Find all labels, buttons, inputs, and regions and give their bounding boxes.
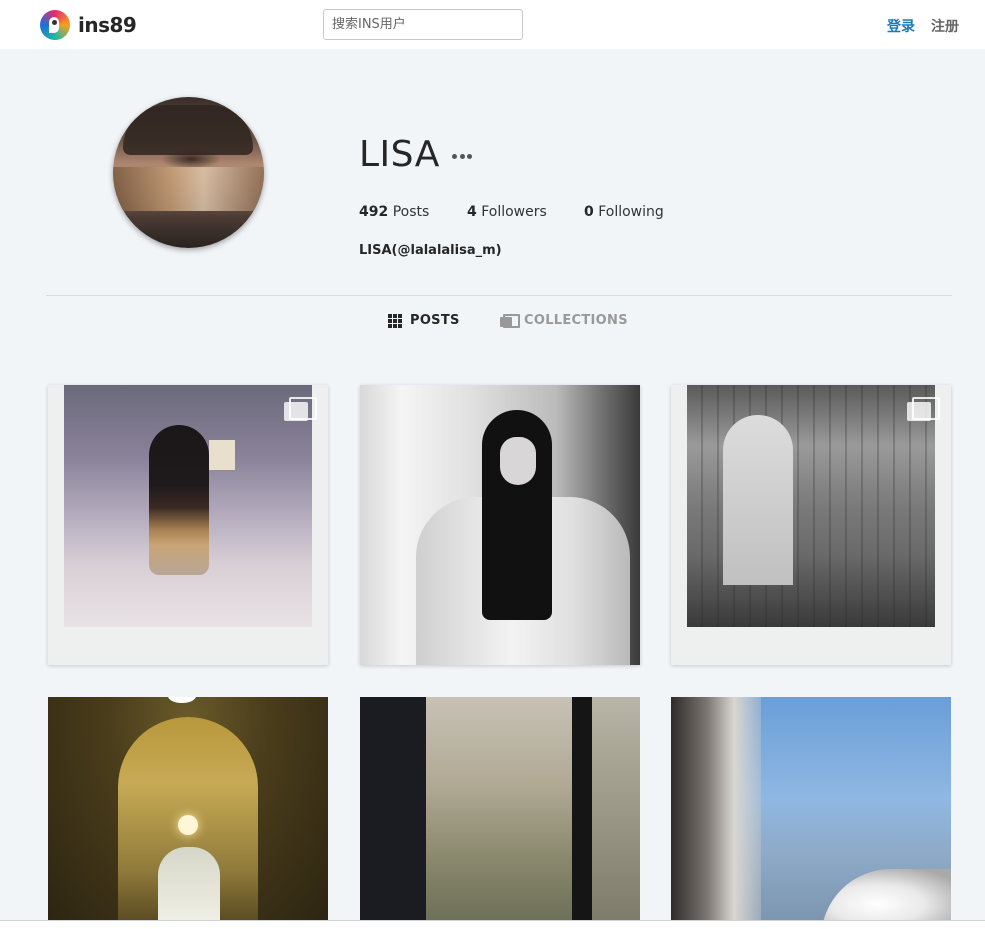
posts-count-stat: 492 Posts <box>359 204 429 220</box>
collections-icon <box>500 314 520 328</box>
logo-icon <box>40 10 70 40</box>
following-label: Following <box>598 204 664 220</box>
post-thumbnail[interactable] <box>671 385 951 665</box>
search-input[interactable] <box>323 9 523 40</box>
post-image <box>687 385 935 627</box>
post-thumbnail[interactable] <box>671 697 951 922</box>
posts-label: Posts <box>392 204 430 220</box>
logo-text: ins89 <box>78 13 137 37</box>
followers-label: Followers <box>481 204 547 220</box>
tab-collections-label: COLLECTIONS <box>524 313 628 328</box>
posts-count: 492 <box>359 204 389 220</box>
register-link[interactable]: 注册 <box>931 16 959 36</box>
multiple-images-icon <box>907 397 940 421</box>
following-count: 0 <box>584 204 594 220</box>
multiple-images-icon <box>284 397 317 421</box>
profile-avatar <box>113 97 264 248</box>
avatar-image-hair <box>123 105 253 155</box>
site-logo[interactable]: ins89 <box>40 10 137 40</box>
post-thumbnail[interactable] <box>360 697 640 922</box>
post-thumbnail[interactable] <box>48 385 328 665</box>
top-navigation-bar: ins89 登录 注册 <box>0 0 985 49</box>
login-link[interactable]: 登录 <box>887 16 915 36</box>
tab-posts-label: POSTS <box>410 313 460 328</box>
following-count-stat[interactable]: 0 Following <box>584 204 664 220</box>
profile-fullname: LISA(@lalalalisa_m) <box>359 243 502 258</box>
followers-count: 4 <box>467 204 477 220</box>
profile-username: LISA <box>359 134 440 175</box>
profile-divider <box>46 295 952 296</box>
avatar-image-band <box>113 167 264 211</box>
post-thumbnail[interactable] <box>360 385 640 665</box>
post-image <box>64 385 312 627</box>
more-options-icon[interactable] <box>452 154 472 160</box>
post-thumbnail[interactable] <box>48 697 328 922</box>
tab-posts[interactable]: POSTS <box>388 313 460 328</box>
followers-count-stat[interactable]: 4 Followers <box>467 204 547 220</box>
tab-collections[interactable]: COLLECTIONS <box>500 313 628 328</box>
page-bottom-edge <box>0 920 985 929</box>
grid-icon <box>388 313 402 328</box>
